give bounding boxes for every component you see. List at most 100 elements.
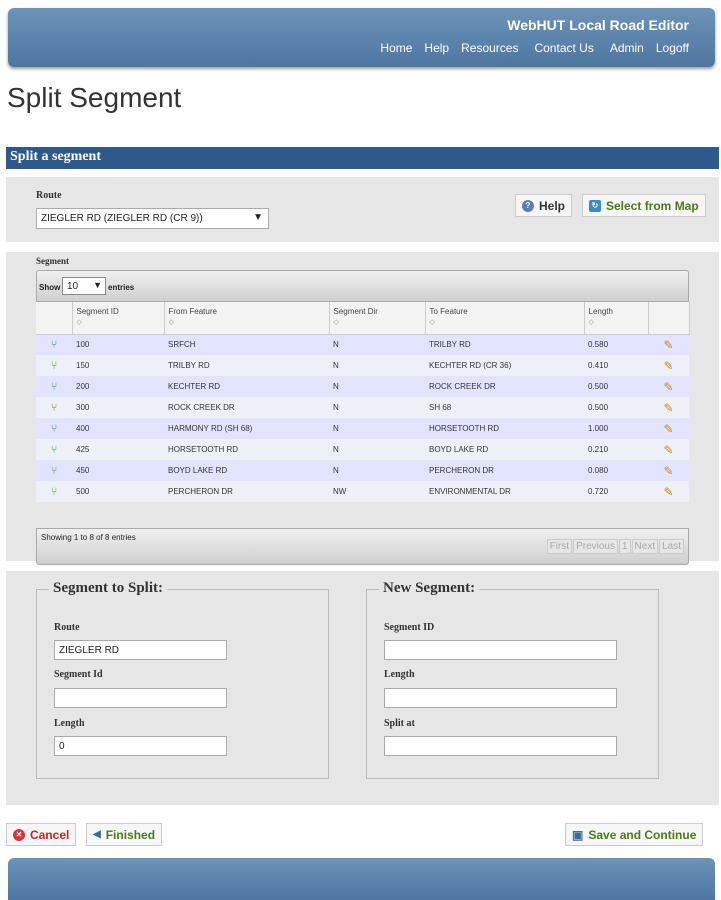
sort-icon: ◇ <box>429 319 435 326</box>
nav-contact-us[interactable]: Contact Us <box>534 41 593 55</box>
table-row[interactable]: ⑂ 200 KECHTER RD N ROCK CREEK DR 0.500 ✎ <box>36 376 689 397</box>
new-segment-id-input[interactable] <box>384 640 617 660</box>
pencil-icon[interactable]: ✎ <box>652 401 685 415</box>
nav-resources[interactable]: Resources <box>461 41 518 55</box>
split-route-input[interactable]: ZIEGLER RD <box>54 640 227 660</box>
split-length-label: Length <box>54 718 85 729</box>
table-cell: N <box>329 355 425 376</box>
table-cell: 0.210 <box>584 439 648 460</box>
grid-toolbar: Show 10 ▼ entries <box>36 270 689 302</box>
table-row[interactable]: ⑂ 450 BOYD LAKE RD N PERCHERON DR 0.080 ✎ <box>36 460 689 481</box>
table-cell: 1.000 <box>584 418 648 439</box>
table-row[interactable]: ⑂ 300 ROCK CREEK DR N SH 68 0.500 ✎ <box>36 397 689 418</box>
pencil-icon[interactable]: ✎ <box>652 422 685 436</box>
table-row[interactable]: ⑂ 500 PERCHERON DR NW ENVIRONMENTAL DR 0.720 ✎ <box>36 481 689 502</box>
entries-label: entries <box>108 283 135 292</box>
route-panel: Route ZIEGLER RD (ZIEGLER RD (CR 9)) ▼ ?… <box>6 177 719 242</box>
table-cell: ROCK CREEK DR <box>164 397 329 418</box>
nav-home[interactable]: Home <box>380 41 412 55</box>
pencil-icon[interactable]: ✎ <box>652 464 685 478</box>
table-cell: 0.580 <box>584 334 648 355</box>
sort-icon: ◇ <box>588 319 594 326</box>
table-cell: N <box>329 460 425 481</box>
pager-last[interactable]: Last <box>659 539 684 554</box>
table-row[interactable]: ⑂ 400 HARMONY RD (SH 68) N HORSETOOTH RD 1.00… <box>36 418 689 439</box>
table-row[interactable]: ⑂ 100 SRFCH N TRILBY RD 0.580 ✎ <box>36 334 689 355</box>
pager-previous[interactable]: Previous <box>573 539 618 554</box>
split-at-input[interactable] <box>384 736 617 756</box>
forms-panel: Segment to Split: Route ZIEGLER RD Segme… <box>6 571 719 805</box>
help-button[interactable]: ? Help <box>515 194 573 217</box>
pager-first[interactable]: First <box>546 539 573 554</box>
col-length[interactable]: Length ◇ <box>584 302 649 335</box>
split-length-input[interactable]: 0 <box>54 736 227 756</box>
sort-icon: ◇ <box>333 319 339 326</box>
pager-page-1[interactable]: 1 <box>618 539 631 554</box>
page-length-select[interactable]: 10 ▼ <box>62 277 106 295</box>
table-cell: ROCK CREEK DR <box>425 376 584 397</box>
nav-logoff[interactable]: Logoff <box>656 41 689 55</box>
col-segment-dir[interactable]: Segment Dir ◇ <box>329 302 426 335</box>
sort-icon: ◇ <box>76 319 82 326</box>
pencil-icon[interactable]: ✎ <box>652 359 685 373</box>
table-cell: 450 <box>72 460 164 481</box>
segment-to-split-fieldset: Segment to Split: Route ZIEGLER RD Segme… <box>36 580 329 779</box>
split-icon[interactable]: ⑂ <box>40 423 68 435</box>
pager-next[interactable]: Next <box>631 539 659 554</box>
segment-to-split-legend: Segment to Split: <box>49 580 167 597</box>
finished-button[interactable]: ◀ Finished <box>86 823 163 846</box>
route-select[interactable]: ZIEGLER RD (ZIEGLER RD (CR 9)) ▼ <box>36 208 269 229</box>
table-cell: HARMONY RD (SH 68) <box>164 418 329 439</box>
split-icon[interactable]: ⑂ <box>40 486 68 498</box>
save-and-continue-label: Save and Continue <box>588 827 697 842</box>
table-cell: N <box>329 418 425 439</box>
save-and-continue-button[interactable]: ▣ Save and Continue <box>565 823 704 846</box>
table-cell: 0.080 <box>584 460 648 481</box>
nav-help[interactable]: Help <box>424 41 449 55</box>
table-cell: 0.720 <box>584 481 648 502</box>
pencil-icon[interactable]: ✎ <box>652 338 685 352</box>
table-cell: NW <box>329 481 425 502</box>
col-segment-id[interactable]: Segment ID ◇ <box>72 302 165 335</box>
cancel-button[interactable]: ✕ Cancel <box>6 823 77 846</box>
new-length-input[interactable] <box>384 688 617 708</box>
select-from-map-button[interactable]: ↻ Select from Map <box>582 194 706 217</box>
split-icon[interactable]: ⑂ <box>40 381 68 393</box>
table-row[interactable]: ⑂ 150 TRILBY RD N KECHTER RD (CR 36) 0.410 ✎ <box>36 355 689 376</box>
nav-admin[interactable]: Admin <box>610 41 644 55</box>
new-segment-id-label: Segment ID <box>384 622 435 633</box>
table-cell: TRILBY RD <box>425 334 584 355</box>
table-cell: 0.500 <box>584 397 648 418</box>
table-cell: 400 <box>72 418 164 439</box>
split-icon[interactable]: ⑂ <box>40 402 68 414</box>
pencil-icon[interactable]: ✎ <box>652 380 685 394</box>
col-to-feature[interactable]: To Feature ◇ <box>425 302 585 335</box>
help-icon: ? <box>522 199 534 212</box>
table-row[interactable]: ⑂ 425 HORSETOOTH RD N BOYD LAKE RD 0.210 ✎ <box>36 439 689 460</box>
split-icon[interactable]: ⑂ <box>40 339 68 351</box>
split-icon[interactable]: ⑂ <box>40 465 68 477</box>
col-from-feature[interactable]: From Feature ◇ <box>164 302 330 335</box>
table-cell: BOYD LAKE RD <box>164 460 329 481</box>
dropdown-arrow-icon: ▼ <box>253 212 263 223</box>
segment-label: Segment <box>36 256 69 266</box>
table-cell: N <box>329 376 425 397</box>
dropdown-arrow-icon: ▼ <box>93 280 102 290</box>
app-title: WebHUT Local Road Editor <box>507 17 689 33</box>
pencil-icon[interactable]: ✎ <box>652 485 685 499</box>
split-icon[interactable]: ⑂ <box>40 444 68 456</box>
grid-footer: Showing 1 to 8 of 8 entries First Previo… <box>36 528 689 565</box>
save-icon: ▣ <box>572 827 584 842</box>
table-cell: 0.410 <box>584 355 648 376</box>
split-icon[interactable]: ⑂ <box>40 360 68 372</box>
show-label: Show <box>39 283 61 292</box>
table-cell: HORSETOOTH RD <box>425 418 584 439</box>
table-cell: 500 <box>72 481 164 502</box>
pencil-icon[interactable]: ✎ <box>652 443 685 457</box>
table-cell: SRFCH <box>164 334 329 355</box>
help-button-label: Help <box>539 198 566 213</box>
table-header-row: Segment ID ◇ From Feature ◇ Segment Dir ◇ T… <box>36 302 690 335</box>
select-from-map-label: Select from Map <box>606 198 699 213</box>
split-segment-id-input[interactable] <box>54 688 227 708</box>
section-title: Split a segment <box>6 147 719 169</box>
